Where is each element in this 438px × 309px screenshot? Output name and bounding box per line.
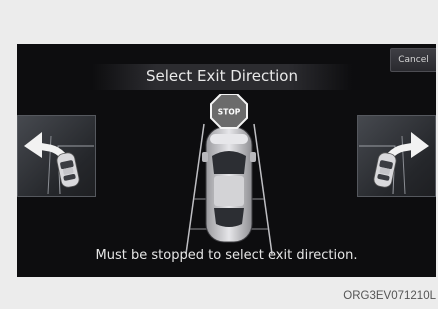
cancel-button[interactable]: Cancel [390, 48, 436, 72]
instruction-text: Must be stopped to select exit direction… [95, 248, 358, 263]
image-code-caption: ORG3EV071210L [343, 290, 436, 302]
right-turn-exit-icon [359, 132, 429, 195]
screen-title: Select Exit Direction [146, 67, 298, 85]
left-turn-exit-icon [24, 132, 94, 195]
parking-assist-screen: Select Exit Direction Cancel STOP Must b… [17, 44, 436, 277]
vehicle-position-view: STOP [154, 93, 304, 255]
stop-sign-label: STOP [218, 108, 241, 117]
car-top-view-icon [202, 126, 256, 243]
exit-right-option[interactable] [357, 115, 436, 197]
exit-left-option[interactable] [17, 115, 96, 197]
